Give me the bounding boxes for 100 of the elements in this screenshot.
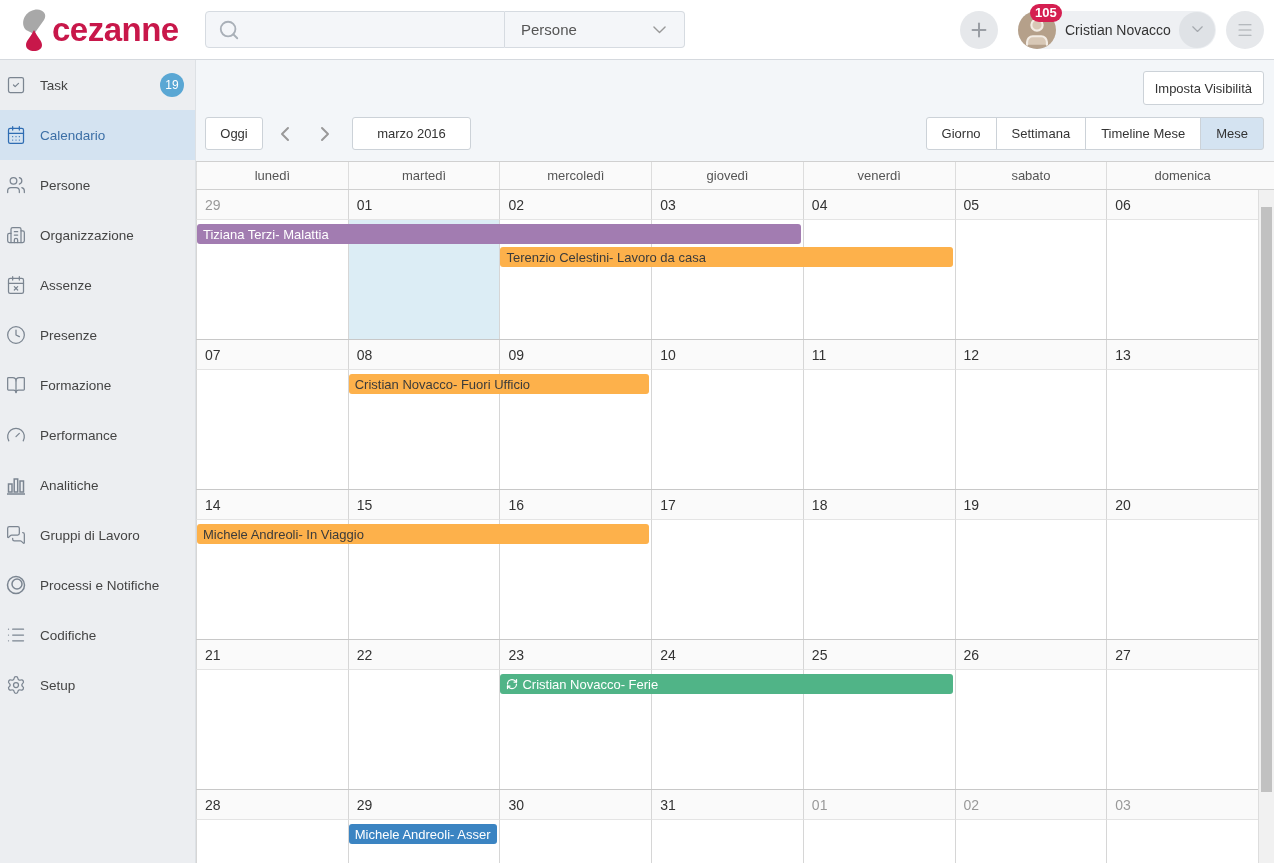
day-number: 23: [499, 640, 652, 670]
day-number: 12: [954, 340, 1107, 370]
view-tab[interactable]: Settimana: [995, 117, 1087, 150]
weekday-header: domenica: [1106, 162, 1258, 189]
calendar-icon: [6, 125, 26, 145]
chevron-right-icon: [321, 126, 329, 141]
event-bar[interactable]: Cristian Novacco- Fuori Ufficio: [348, 374, 650, 394]
day-number: 15: [347, 490, 500, 520]
day-number: 10: [651, 340, 803, 370]
sidebar-item[interactable]: Task 19: [0, 60, 195, 110]
day-number: 03: [1106, 790, 1258, 820]
sidebar-item[interactable]: Persone: [0, 160, 195, 210]
day-number: 14: [196, 490, 348, 520]
menu-button[interactable]: [1226, 10, 1264, 49]
calendar-x-icon: [6, 275, 26, 295]
day-number: 16: [499, 490, 652, 520]
scrollbar-thumb[interactable]: [1261, 207, 1272, 792]
sidebar-item-label: Organizzazione: [40, 227, 135, 243]
sidebar-item-label: Calendario: [40, 127, 107, 143]
sidebar-item-label: Task: [40, 77, 69, 93]
sidebar-item-label: Analitiche: [40, 477, 100, 493]
view-tab[interactable]: Mese: [1200, 117, 1264, 150]
weekday-header: lunedì: [196, 162, 348, 189]
notification-badge[interactable]: 105: [1030, 3, 1062, 22]
sidebar-item[interactable]: Codifiche: [0, 610, 195, 660]
day-number: 02: [499, 190, 652, 220]
user-name: Cristian Novacco: [1065, 21, 1172, 38]
rings-icon: [6, 575, 26, 595]
building-icon: [6, 225, 26, 245]
day-number: 08: [347, 340, 500, 370]
day-number: 22: [347, 640, 500, 670]
day-number: 28: [196, 790, 348, 820]
sidebar-item[interactable]: Performance: [0, 410, 195, 460]
book-icon: [6, 375, 26, 395]
visibility-button[interactable]: Imposta Visibilità: [1142, 71, 1264, 105]
sidebar-item-label: Persone: [40, 177, 92, 193]
settings-icon: [6, 675, 26, 695]
day-number: 18: [802, 490, 955, 520]
scrollbar[interactable]: [1258, 190, 1274, 863]
sidebar-item[interactable]: Presenze: [0, 310, 195, 360]
scope-dropdown[interactable]: Persone: [505, 11, 685, 48]
users-icon: [6, 175, 26, 195]
weekday-header: martedì: [347, 162, 500, 189]
today-button[interactable]: Oggi: [205, 117, 263, 150]
sidebar-item[interactable]: Setup: [0, 660, 195, 710]
sidebar-item-label: Processi e Notifiche: [40, 577, 161, 593]
view-tab[interactable]: Giorno: [925, 117, 997, 150]
day-number: 05: [954, 190, 1107, 220]
user-dropdown-button[interactable]: [1179, 11, 1215, 48]
sidebar-item-label: Gruppi di Lavoro: [40, 527, 141, 543]
sidebar-item[interactable]: Gruppi di Lavoro: [0, 510, 195, 560]
day-number: 19: [954, 490, 1107, 520]
add-button[interactable]: [960, 10, 998, 49]
event-bar[interactable]: Terenzio Celestini- Lavoro da casa: [500, 247, 953, 267]
day-number: 07: [196, 340, 348, 370]
day-number: 20: [1106, 490, 1258, 520]
sidebar-item[interactable]: Organizzazione: [0, 210, 195, 260]
day-number: 06: [1106, 190, 1258, 220]
logo-text: cezanne: [52, 13, 179, 46]
day-number: 04: [802, 190, 955, 220]
sidebar-item-label: Formazione: [40, 377, 113, 393]
day-number: 02: [954, 790, 1107, 820]
checkbox-icon: [6, 75, 26, 95]
day-number: 29: [196, 190, 348, 220]
weekday-header: giovedì: [651, 162, 803, 189]
day-number: 01: [802, 790, 955, 820]
day-number: 21: [196, 640, 348, 670]
period-label[interactable]: marzo 2016: [352, 117, 471, 150]
sidebar-item[interactable]: Calendario: [0, 110, 195, 160]
day-number: 25: [802, 640, 955, 670]
sidebar-item[interactable]: Assenze: [0, 260, 195, 310]
day-number: 27: [1106, 640, 1258, 670]
day-number: 11: [802, 340, 955, 370]
chevron-down-icon: [1191, 26, 1203, 33]
sidebar-item-label: Setup: [40, 677, 77, 693]
day-number: 17: [651, 490, 803, 520]
search-field[interactable]: [205, 11, 505, 48]
day-number: 09: [499, 340, 652, 370]
weekday-header: sabato: [954, 162, 1107, 189]
day-number: 30: [499, 790, 652, 820]
sidebar-item-label: Performance: [40, 427, 119, 443]
sidebar-item[interactable]: Formazione: [0, 360, 195, 410]
sidebar-item-label: Codifiche: [40, 627, 98, 643]
chevron-down-icon: [653, 25, 666, 34]
search-icon: [218, 18, 240, 41]
view-tab[interactable]: Timeline Mese: [1085, 117, 1202, 150]
sidebar-item[interactable]: Analitiche: [0, 460, 195, 510]
sidebar-item[interactable]: Processi e Notifiche: [0, 560, 195, 610]
day-number: 01: [347, 190, 500, 220]
count-badge: 19: [160, 73, 184, 97]
sidebar-item-label: Assenze: [40, 277, 93, 293]
event-bar[interactable]: Michele Andreoli- Asser: [348, 824, 498, 844]
event-bar[interactable]: Michele Andreoli- In Viaggio: [197, 524, 650, 544]
day-number: 26: [954, 640, 1107, 670]
day-number: 03: [651, 190, 803, 220]
day-number: 24: [651, 640, 803, 670]
day-number: 13: [1106, 340, 1258, 370]
sidebar-item-label: Presenze: [40, 327, 99, 343]
chevron-left-icon: [281, 126, 289, 141]
day-number: 31: [651, 790, 803, 820]
